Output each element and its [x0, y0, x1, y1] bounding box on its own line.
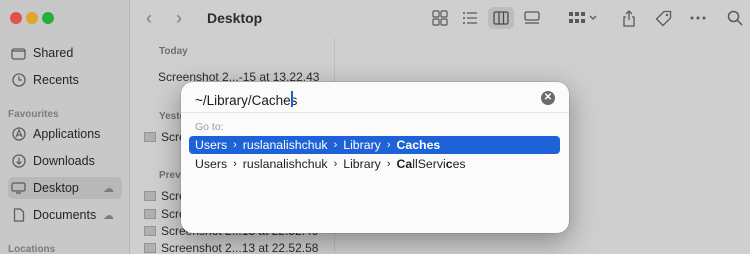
- go-to-label: Go to:: [195, 121, 224, 133]
- breadcrumb-match: Ca: [396, 157, 413, 171]
- path-suggestion-caches[interactable]: Users › ruslanalishchuk › Library › Cach…: [189, 136, 560, 154]
- go-to-folder-dialog: ✕ Go to: Users › ruslanalishchuk › Libra…: [181, 82, 569, 233]
- chevron-right-icon: ›: [386, 139, 391, 151]
- path-input[interactable]: [195, 89, 535, 111]
- breadcrumb-match: c: [445, 157, 453, 171]
- chevron-right-icon: ›: [386, 158, 391, 170]
- chevron-right-icon: ›: [333, 139, 338, 151]
- breadcrumb-part: es: [452, 157, 466, 171]
- clear-input-button[interactable]: ✕: [541, 91, 555, 105]
- breadcrumb-part: Library: [343, 138, 381, 152]
- breadcrumb-part: ruslanalishchuk: [242, 157, 328, 171]
- path-suggestion-callservices[interactable]: Users › ruslanalishchuk › Library › Ca ll…: [189, 155, 560, 173]
- chevron-right-icon: ›: [233, 139, 237, 151]
- breadcrumb-part: Users: [195, 157, 228, 171]
- breadcrumb-match: Caches: [396, 138, 441, 152]
- dialog-separator: [181, 112, 569, 113]
- breadcrumb-part: Library: [343, 157, 381, 171]
- breadcrumb-part: Users: [195, 138, 228, 152]
- breadcrumb-part: llServi: [412, 157, 446, 171]
- breadcrumb-part: ruslanalishchuk: [242, 138, 328, 152]
- chevron-right-icon: ›: [333, 158, 338, 170]
- text-caret: [291, 91, 293, 107]
- chevron-right-icon: ›: [233, 158, 237, 170]
